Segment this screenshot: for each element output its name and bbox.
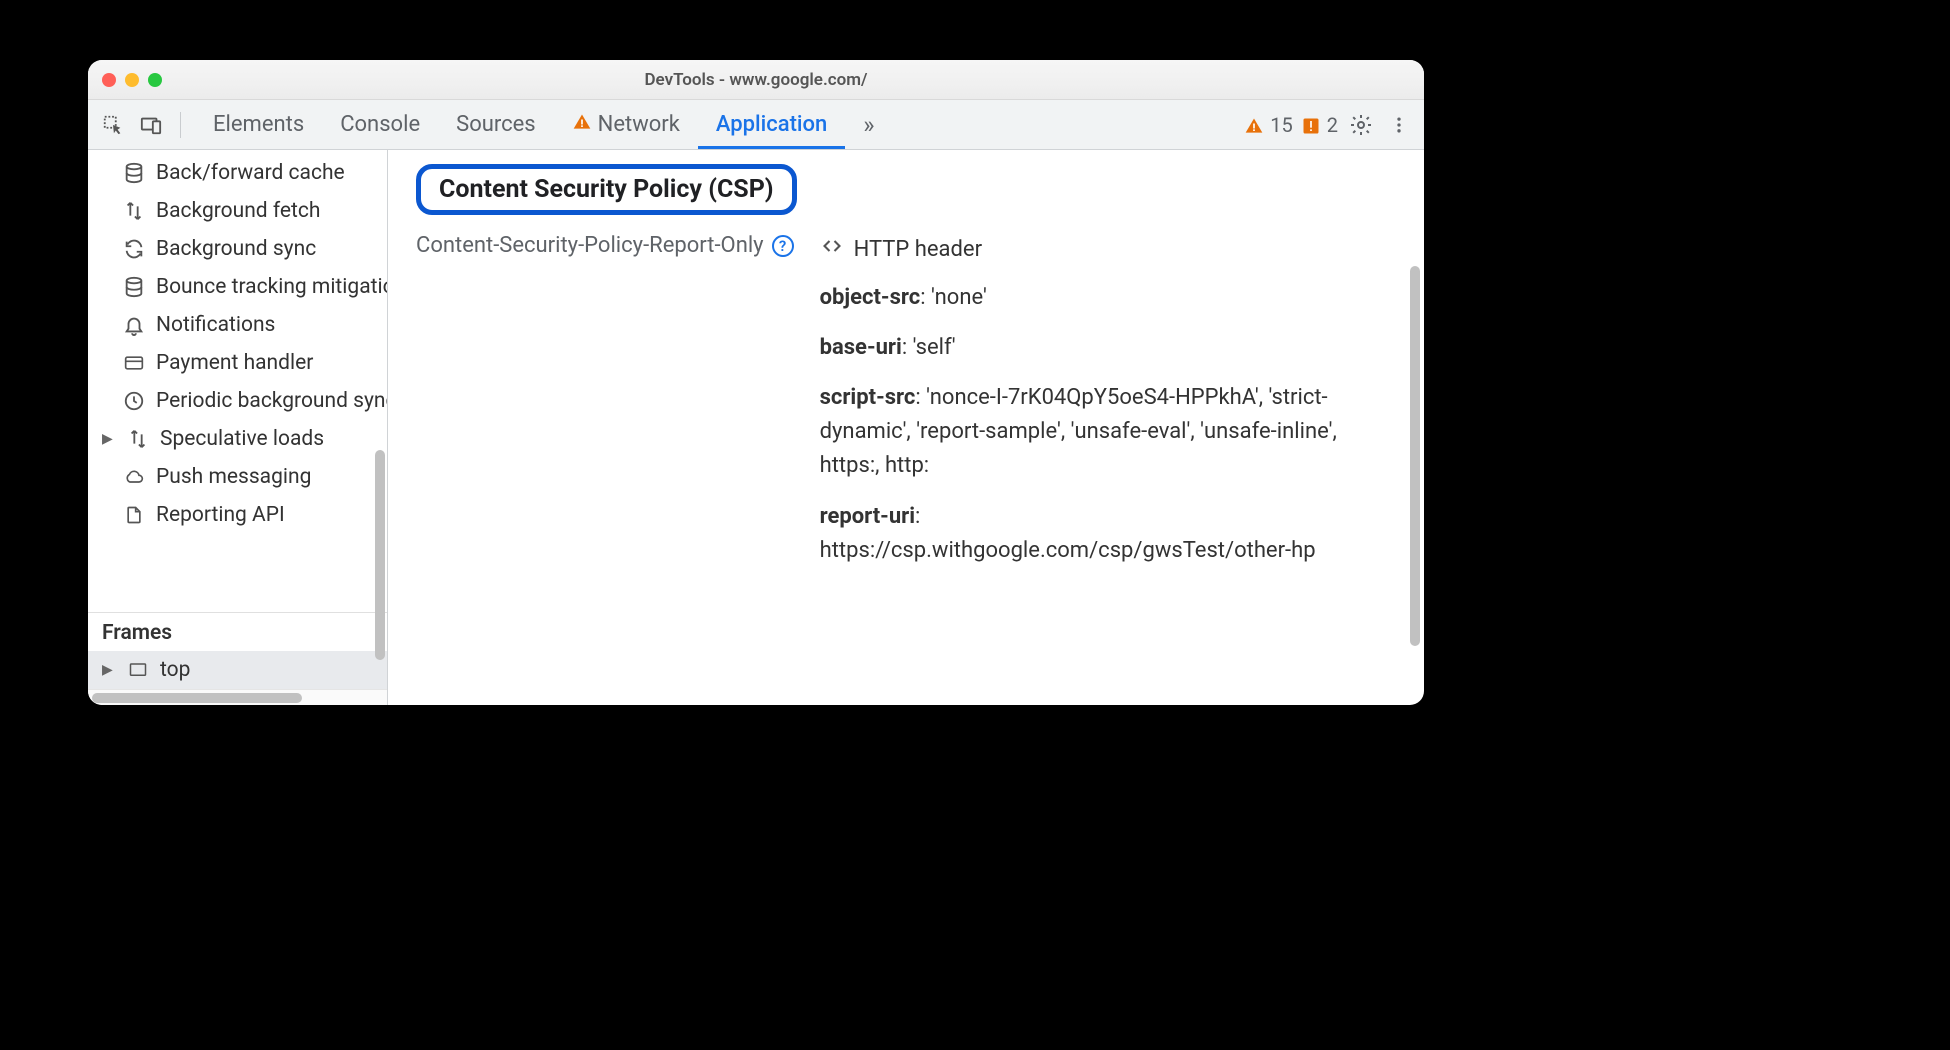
- minimize-window-button[interactable]: [125, 73, 139, 87]
- directive-value: : 'none': [920, 285, 987, 310]
- tab-label: Console: [340, 112, 420, 137]
- tab-label: Sources: [456, 112, 536, 137]
- expand-arrow-icon: ▶: [102, 431, 116, 447]
- csp-source: HTTP header: [820, 233, 1380, 267]
- window-controls: [102, 73, 162, 87]
- updown-icon: [122, 200, 146, 222]
- tab-network[interactable]: Network: [554, 100, 698, 149]
- sidebar-item-label: Speculative loads: [160, 427, 324, 451]
- frame-label: top: [160, 658, 190, 682]
- clock-icon: [122, 390, 146, 412]
- sidebar-item-label: Periodic background sync: [156, 389, 387, 413]
- device-toolbar-icon[interactable]: [136, 110, 166, 140]
- more-options-button[interactable]: [1384, 113, 1414, 137]
- titlebar: DevTools - www.google.com/: [88, 60, 1424, 100]
- csp-directive-script-src: script-src: 'nonce-I-7rK04QpY5oeS4-HPPkh…: [820, 381, 1380, 483]
- tab-label: Network: [598, 112, 680, 137]
- close-window-button[interactable]: [102, 73, 116, 87]
- panel-body: Back/forward cache Background fetch Backgr…: [88, 150, 1424, 705]
- sidebar-item-back-forward-cache[interactable]: Back/forward cache: [88, 154, 387, 192]
- sidebar-item-background-sync[interactable]: Background sync: [88, 230, 387, 268]
- tab-elements[interactable]: Elements: [195, 100, 322, 149]
- tab-label: Elements: [213, 112, 304, 137]
- csp-source-label: HTTP header: [854, 233, 982, 267]
- more-tabs-button[interactable]: »: [853, 111, 884, 139]
- help-icon[interactable]: ?: [772, 235, 794, 257]
- directive-name: script-src: [820, 385, 916, 410]
- main-content: Content Security Policy (CSP) Content-Se…: [388, 150, 1424, 705]
- database-icon: [122, 162, 146, 184]
- tab-console[interactable]: Console: [322, 100, 438, 149]
- warnings-count-value: 15: [1270, 113, 1292, 137]
- database-icon: [122, 276, 146, 298]
- devtools-toolbar: Elements Console Sources Network Applica…: [88, 100, 1424, 150]
- updown-icon: [126, 428, 150, 450]
- sidebar-horizontal-scrollbar[interactable]: [88, 689, 387, 705]
- sidebar-item-speculative-loads[interactable]: ▶ Speculative loads: [88, 420, 387, 458]
- warnings-count[interactable]: 15: [1244, 113, 1292, 137]
- tab-sources[interactable]: Sources: [438, 100, 554, 149]
- devtools-window: DevTools - www.google.com/ Elements Cons…: [88, 60, 1424, 705]
- sidebar-item-label: Reporting API: [156, 503, 285, 527]
- toolbar-separator: [180, 112, 181, 138]
- issue-icon: [1301, 113, 1321, 137]
- sidebar-item-reporting-api[interactable]: Reporting API: [88, 496, 387, 534]
- sidebar-vertical-scrollbar[interactable]: [375, 450, 385, 660]
- warning-icon: [1244, 113, 1264, 137]
- card-icon: [122, 353, 146, 373]
- main-vertical-scrollbar[interactable]: [1410, 266, 1420, 646]
- panel-tabs: Elements Console Sources Network Applica…: [195, 100, 845, 149]
- window-title: DevTools - www.google.com/: [88, 70, 1424, 90]
- frames-section-header: Frames: [88, 612, 387, 651]
- sidebar-item-bounce-tracking-mitigations[interactable]: Bounce tracking mitigations: [88, 268, 387, 306]
- inspect-element-icon[interactable]: [98, 110, 128, 140]
- sync-icon: [122, 238, 146, 260]
- csp-directive-base-uri: base-uri: 'self': [820, 331, 1380, 365]
- sidebar-item-payment-handler[interactable]: Payment handler: [88, 344, 387, 382]
- code-icon: [820, 233, 844, 267]
- zoom-window-button[interactable]: [148, 73, 162, 87]
- csp-directive-object-src: object-src: 'none': [820, 281, 1380, 315]
- csp-values: HTTP header object-src: 'none'base-uri: …: [820, 233, 1380, 584]
- frame-icon: [126, 661, 150, 679]
- sidebar-item-periodic-background-sync[interactable]: Periodic background sync: [88, 382, 387, 420]
- bell-icon: [122, 314, 146, 336]
- sidebar-item-label: Payment handler: [156, 351, 313, 375]
- sidebar-item-label: Bounce tracking mitigations: [156, 275, 387, 299]
- csp-heading-highlight: Content Security Policy (CSP): [416, 164, 797, 215]
- sidebar-tree: Back/forward cache Background fetch Backgr…: [88, 150, 387, 612]
- directive-name: report-uri: [820, 504, 915, 529]
- cloud-icon: [122, 467, 146, 487]
- sidebar-item-label: Back/forward cache: [156, 161, 345, 185]
- warning-icon: [572, 112, 592, 138]
- issues-count[interactable]: 2: [1301, 113, 1338, 137]
- csp-header-label: Content-Security-Policy-Report-Only: [416, 233, 764, 258]
- directive-value: : 'self': [902, 335, 956, 360]
- sidebar-item-background-fetch[interactable]: Background fetch: [88, 192, 387, 230]
- application-sidebar: Back/forward cache Background fetch Backgr…: [88, 150, 388, 705]
- file-icon: [122, 504, 146, 526]
- tab-label: Application: [716, 112, 827, 137]
- settings-button[interactable]: [1346, 113, 1376, 137]
- sidebar-item-label: Background sync: [156, 237, 316, 261]
- sidebar-item-label: Push messaging: [156, 465, 311, 489]
- frame-top[interactable]: ▶ top: [88, 651, 387, 689]
- directive-name: object-src: [820, 285, 921, 310]
- sidebar-item-notifications[interactable]: Notifications: [88, 306, 387, 344]
- tab-application[interactable]: Application: [698, 100, 845, 149]
- sidebar-item-push-messaging[interactable]: Push messaging: [88, 458, 387, 496]
- issues-count-value: 2: [1327, 113, 1338, 137]
- sidebar-item-label: Notifications: [156, 313, 275, 337]
- sidebar-item-label: Background fetch: [156, 199, 320, 223]
- scrollbar-thumb[interactable]: [92, 693, 302, 703]
- directive-name: base-uri: [820, 335, 902, 360]
- csp-details-row: Content-Security-Policy-Report-Only ? HT…: [416, 233, 1396, 584]
- expand-arrow-icon: ▶: [102, 662, 116, 678]
- csp-heading: Content Security Policy (CSP): [439, 175, 774, 204]
- csp-header-name: Content-Security-Policy-Report-Only ?: [416, 233, 794, 258]
- csp-directive-report-uri: report-uri: https://csp.withgoogle.com/c…: [820, 500, 1380, 568]
